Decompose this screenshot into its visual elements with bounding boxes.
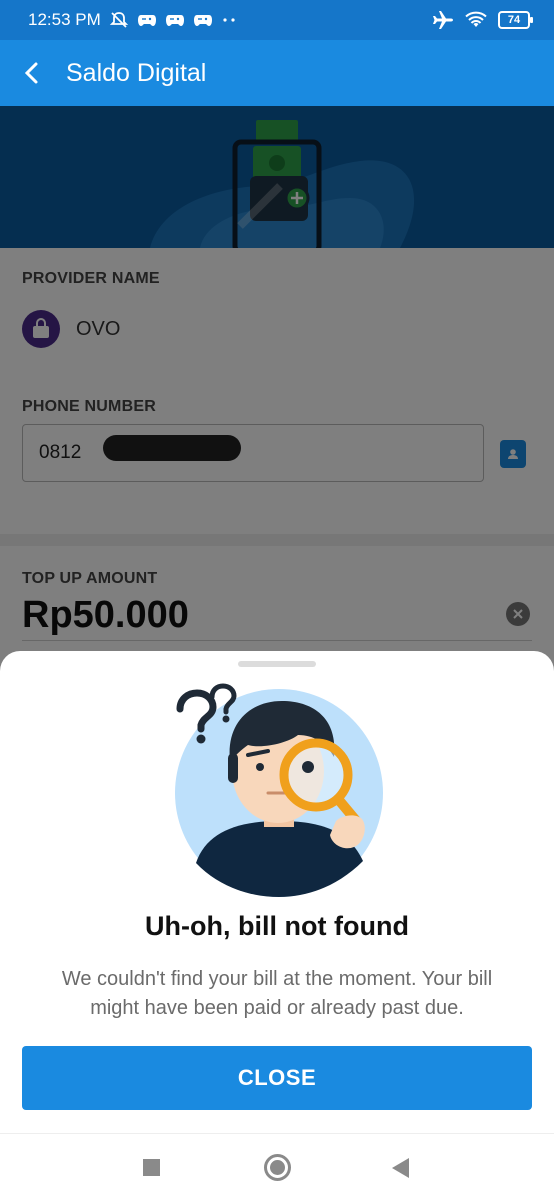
back-triangle-icon[interactable] <box>392 1158 409 1178</box>
sheet-description: We couldn't find your bill at the moment… <box>61 968 493 1019</box>
status-bar: 12:53 PM 74 <box>0 0 554 40</box>
notification-icons <box>109 10 237 30</box>
app-bar: Saldo Digital <box>0 40 554 106</box>
confused-person-magnifier-illustration <box>175 683 383 897</box>
system-nav-bar <box>0 1133 554 1200</box>
chevron-left-icon <box>24 62 38 84</box>
airplane-icon <box>433 11 453 29</box>
battery-icon: 74 <box>498 11 533 29</box>
more-dots-icon <box>223 18 235 22</box>
sheet-drag-handle[interactable] <box>238 661 316 667</box>
game-controller-icon <box>165 15 184 26</box>
page-title: Saldo Digital <box>66 58 207 87</box>
sheet-title: Uh-oh, bill not found <box>145 911 409 941</box>
recents-icon[interactable] <box>143 1159 160 1176</box>
mute-icon <box>109 12 128 28</box>
wifi-icon <box>465 11 487 27</box>
home-icon[interactable] <box>264 1154 291 1181</box>
back-button[interactable] <box>18 60 44 86</box>
game-controller-icon <box>137 15 156 26</box>
status-time: 12:53 PM <box>28 10 101 29</box>
bill-not-found-sheet: Uh-oh, bill not found We couldn't find y… <box>0 651 554 1133</box>
game-controller-icon <box>193 15 212 26</box>
close-button[interactable]: CLOSE <box>22 1046 532 1110</box>
